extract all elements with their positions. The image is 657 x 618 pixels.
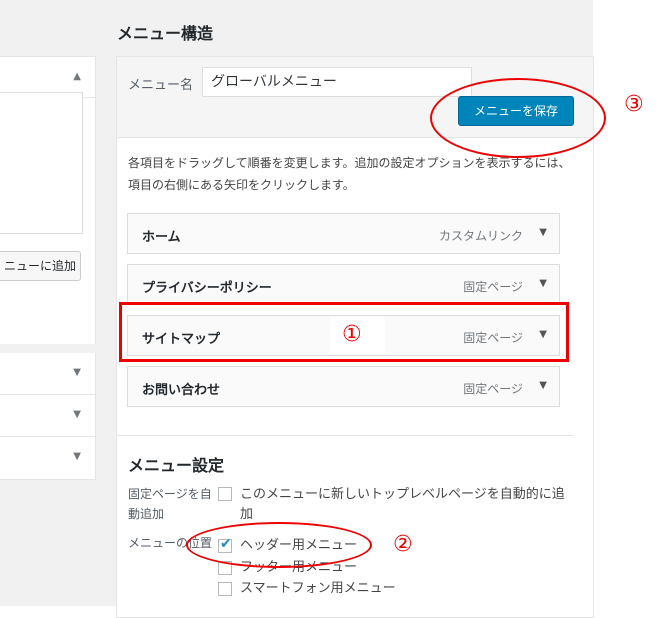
expand-arrow-icon[interactable]: ▼ xyxy=(539,227,547,238)
annotation-number-3: ③ xyxy=(624,92,644,117)
accordion-section[interactable]: ▼ xyxy=(0,353,96,395)
accordion-section[interactable]: ▼ xyxy=(0,395,96,437)
location-option-label: スマートフォン用メニュー xyxy=(240,581,396,596)
menu-settings-title: メニュー設定 xyxy=(128,456,225,475)
accordion-section[interactable]: ▼ xyxy=(0,437,96,480)
auto-add-text: このメニューに新しいトップレベルページを自動的に追加 xyxy=(240,487,565,522)
collapse-arrow-icon[interactable]: ▲ xyxy=(73,71,81,82)
items-list-box xyxy=(0,92,83,234)
smartphone-menu-checkbox[interactable] xyxy=(218,582,232,596)
menu-item[interactable]: プライバシーポリシー 固定ページ ▼ xyxy=(127,264,560,305)
expand-arrow-icon[interactable]: ▼ xyxy=(73,367,81,378)
add-to-menu-button[interactable]: ニューに追加 xyxy=(0,251,81,281)
instructions-text: 各項目をドラッグして順番を変更します。追加の設定オプションを表示するには、項目の… xyxy=(128,156,571,192)
annotation-number-1: ① xyxy=(342,322,362,347)
expand-arrow-icon[interactable]: ▼ xyxy=(73,451,81,462)
menu-item[interactable]: お問い合わせ 固定ページ ▼ xyxy=(127,366,560,407)
divider xyxy=(117,435,574,436)
menu-name-label: メニュー名 xyxy=(128,78,194,93)
expand-arrow-icon[interactable]: ▼ xyxy=(73,409,81,420)
menu-name-input[interactable]: グローバルメニュー xyxy=(202,67,472,97)
menu-item-name: お問い合わせ xyxy=(142,383,221,398)
menu-item-name: ホーム xyxy=(142,230,181,245)
menu-item[interactable]: ホーム カスタムリンク ▼ xyxy=(127,213,560,254)
annotation-ellipse-header xyxy=(186,522,372,568)
menu-item-type: 固定ページ xyxy=(463,382,523,396)
auto-add-label: 固定ページを自動追加 xyxy=(128,487,212,521)
menu-item-name: プライバシーポリシー xyxy=(142,281,272,296)
menu-item-type: カスタムリンク xyxy=(438,229,523,243)
expand-arrow-icon[interactable]: ▼ xyxy=(539,278,547,289)
menu-item-type: 固定ページ xyxy=(463,280,523,294)
annotation-number-2: ② xyxy=(393,532,413,557)
auto-add-checkbox[interactable] xyxy=(218,487,232,501)
annotation-ellipse-save xyxy=(430,78,606,158)
page-title: メニュー構造 xyxy=(117,24,214,43)
expand-arrow-icon[interactable]: ▼ xyxy=(539,380,547,391)
